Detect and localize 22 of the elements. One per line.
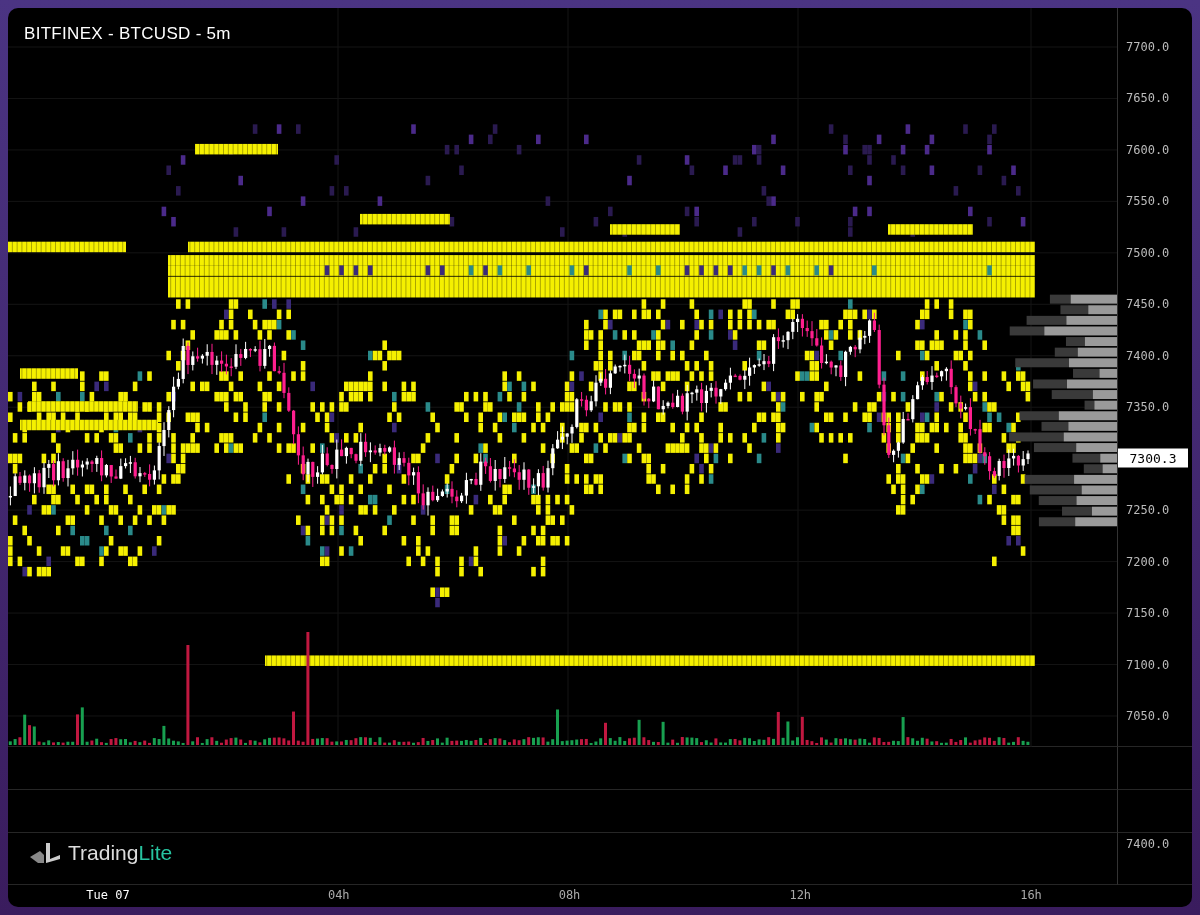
price-label: 7400.0 (1125, 836, 1171, 851)
time-label: 08h (558, 888, 581, 902)
time-label: 04h (327, 888, 350, 902)
price-label: 7450.0 (1126, 297, 1170, 312)
price-label: 7600.0 (1126, 142, 1170, 157)
price-label: 7500.0 (1126, 245, 1170, 260)
price-label: 7650.0 (1126, 91, 1170, 106)
price-label: 7200.0 (1126, 554, 1170, 569)
time-label: Tue 07 (86, 888, 130, 902)
time-label: 12h (789, 888, 812, 902)
price-label: 7400.0 (1126, 348, 1170, 363)
price-label: 7250.0 (1126, 503, 1170, 518)
time-label: 16h (1020, 888, 1042, 902)
price-label: 7700.0 (1126, 40, 1170, 54)
current-price-label: 7300.3 (1118, 448, 1188, 468)
logo-icon (28, 841, 62, 865)
price-label: 7350.0 (1126, 400, 1170, 415)
price-label: 7050.0 (1126, 708, 1170, 723)
price-label: 7100.0 (1126, 657, 1170, 672)
price-label: 7550.0 (1126, 194, 1170, 209)
logo-text: TradingLite (68, 841, 173, 865)
price-label: 7150.0 (1126, 606, 1170, 621)
